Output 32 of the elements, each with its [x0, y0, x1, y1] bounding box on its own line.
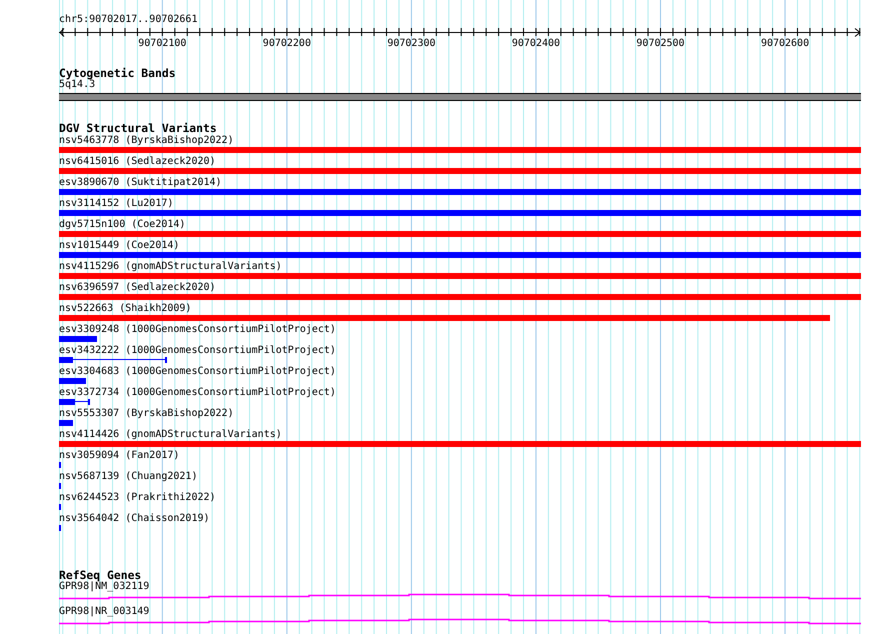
variant-label: nsv3564042 (Chaisson2019): [59, 513, 210, 525]
gene-label: GPR98|NM_032119: [59, 581, 150, 593]
track-title: DGV Structural Variants: [59, 122, 217, 135]
variant-label: esv3890670 (Suktitipat2014): [59, 177, 222, 189]
variant-label: nsv5553307 (ByrskaBishop2022): [59, 408, 234, 420]
variant-label: nsv522663 (Shaikh2009): [59, 303, 192, 315]
variant-label: esv3309248 (1000GenomesConsortiumPilotProject): [59, 324, 336, 336]
variant-label: nsv1015449 (Coe2014): [59, 240, 180, 252]
variant-label: esv3432222 (1000GenomesConsortiumPilotProject): [59, 345, 336, 357]
tick-label: 90702400: [512, 38, 560, 49]
variant-label: nsv6396597 (Sedlazeck2020): [59, 282, 216, 294]
tick-label: 90702500: [636, 38, 685, 49]
band-label: 5q14.3: [59, 79, 96, 91]
variant-label: esv3304683 (1000GenomesConsortiumPilotProject): [59, 366, 336, 378]
tick-label: 90702100: [138, 38, 186, 49]
variant-label: nsv6244523 (Prakrithi2022): [59, 492, 216, 504]
variant-label: dgv5715n100 (Coe2014): [59, 219, 186, 231]
tick-label: 90702200: [262, 38, 311, 49]
track-title: RefSeq Genes: [59, 569, 142, 581]
tick-label: 90702300: [387, 38, 436, 49]
variant-label: nsv5687139 (Chuang2021): [59, 471, 198, 483]
genomic-position: chr5:90702017..90702661: [59, 14, 198, 26]
variant-label: nsv3059094 (Fan2017): [59, 450, 180, 462]
gene-label: GPR98|NR_003149: [59, 606, 150, 618]
variant-label: nsv4115296 (gnomADStructuralVariants): [59, 261, 282, 273]
variant-label: nsv3114152 (Lu2017): [59, 198, 174, 210]
track-title: Cytogenetic Bands: [59, 67, 176, 79]
variant-label: nsv6415016 (Sedlazeck2020): [59, 156, 216, 168]
tick-label: 90702600: [760, 38, 810, 49]
variant-label: nsv5463778 (ByrskaBishop2022): [59, 135, 234, 147]
variant-label: esv3372734 (1000GenomesConsortiumPilotProject): [59, 387, 336, 399]
variant-label: nsv4114426 (gnomADStructuralVariants): [59, 429, 282, 441]
